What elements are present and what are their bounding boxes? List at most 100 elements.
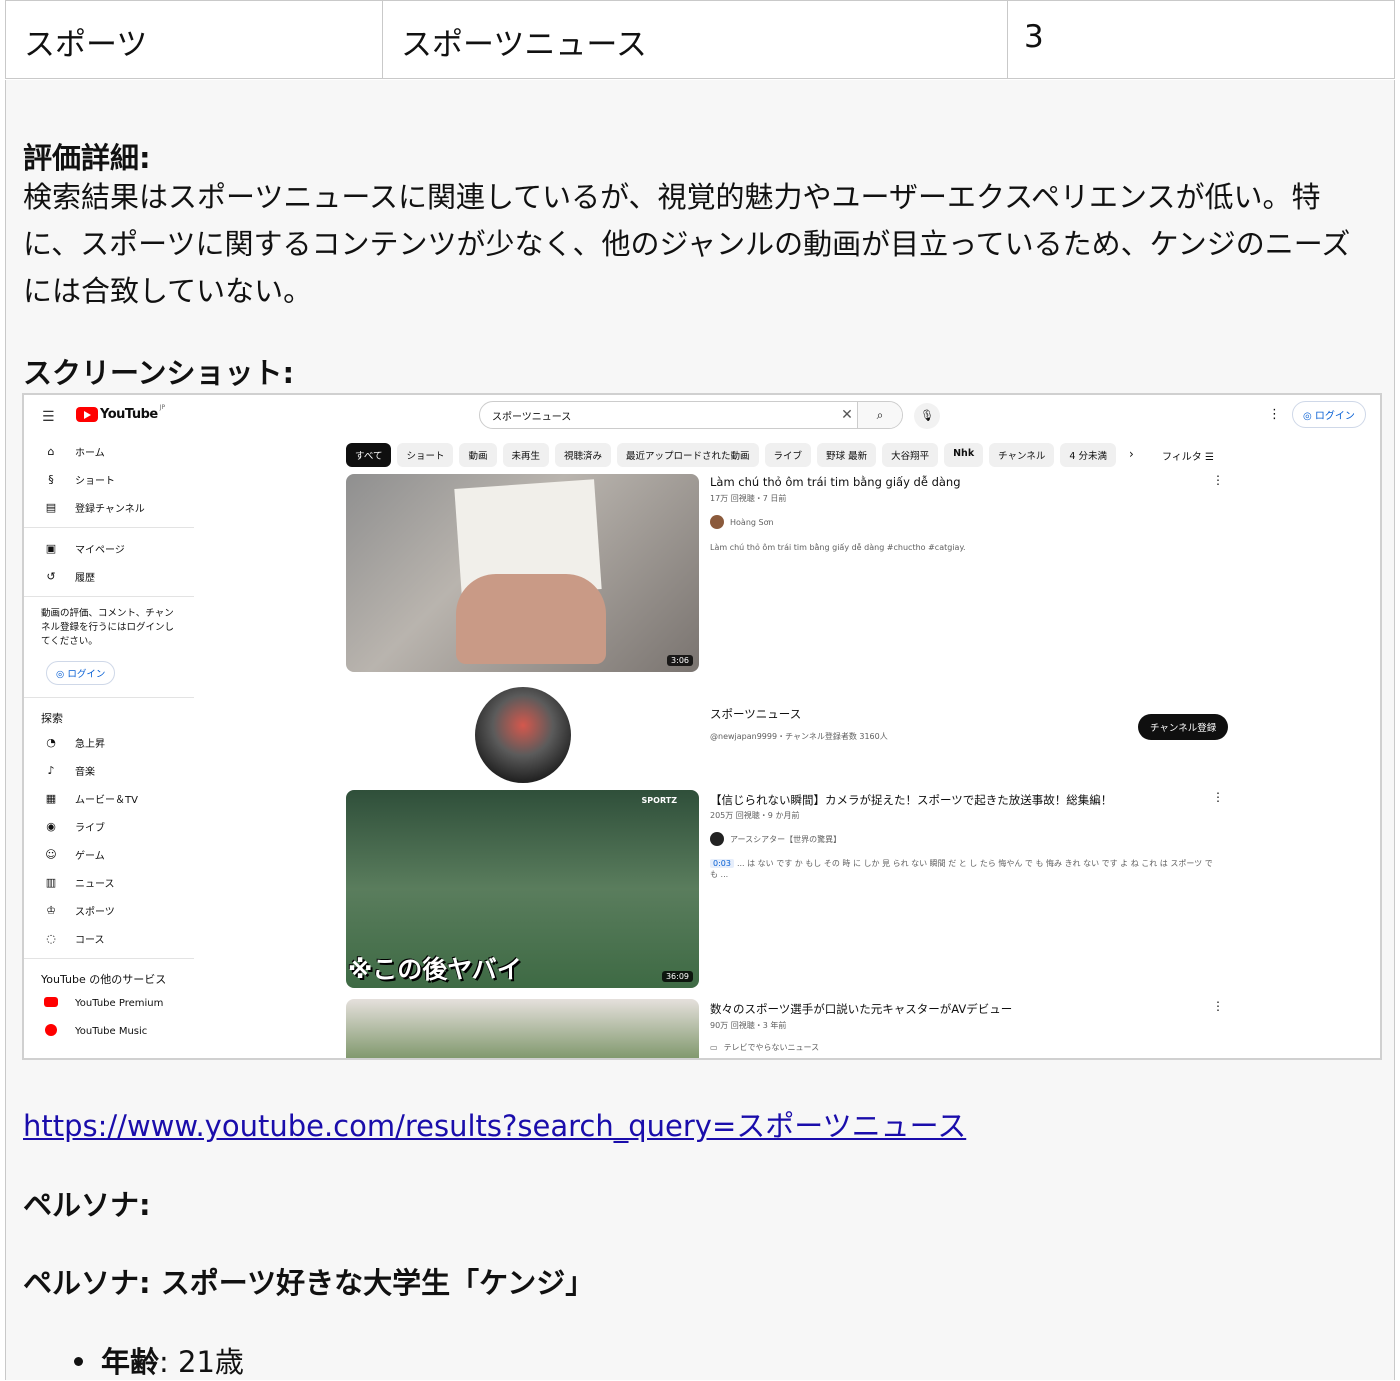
video-duration: 36:09 [661,971,693,982]
sidebar-item-live[interactable]: ◉ ライブ [24,812,196,840]
chip-channel[interactable]: チャンネル [989,443,1055,467]
other-services-heading: YouTube の他のサービス [41,973,167,986]
filter-button[interactable]: フィルタ ☰ [1162,448,1214,463]
filter-chips: すべて ショート 動画 未再生 視聴済み 最近アップロードされた動画 ライブ 野… [346,443,1116,467]
login-button[interactable]: ◎ ログイン [1292,401,1366,428]
youtube-music-icon [41,1023,61,1039]
explore-heading: 探索 [41,712,63,725]
sidebar-item-youtube-music[interactable]: YouTube Music [24,1017,196,1045]
chip-ohtani[interactable]: 大谷翔平 [882,443,939,467]
news-icon: ▥ [45,875,57,889]
game-icon: ☺ [45,847,57,861]
music-icon: ♪ [47,763,55,777]
microphone-icon[interactable]: 🎙 [914,403,940,429]
chip-under-4-min[interactable]: 4 分未満 [1060,443,1116,467]
login-label: ログイン [1314,411,1355,422]
youtube-premium-icon [41,996,61,1010]
search-icon[interactable]: ⌕ [857,402,902,428]
hamburger-menu-icon[interactable]: ☰ [42,409,55,425]
sidebar-item-youtube-premium[interactable]: YouTube Premium [24,989,196,1017]
video-meta: 205万 回視聴・9 か月前 [710,811,800,820]
chip-shorts[interactable]: ショート [397,443,454,467]
sidebar-item-music[interactable]: ♪ 音楽 [24,756,196,784]
video-duration: 3:06 [667,655,693,666]
chip-all[interactable]: すべて [346,443,392,467]
more-options-icon[interactable]: ⋮ [1212,790,1224,804]
course-icon: ◌ [46,931,56,945]
score-cell: 3 [1024,19,1044,55]
channel-meta: @newjapan9999・チャンネル登録者数 3160人 [710,732,888,741]
shorts-icon: § [48,472,54,486]
clear-icon[interactable]: ✕ [837,407,857,423]
sidebar-item-subscriptions[interactable]: ▤ 登録チャンネル [24,493,196,521]
detail-heading: 評価詳細: [23,141,151,175]
video-channel[interactable]: Hoàng Sơn [710,515,774,529]
video-title[interactable]: 数々のスポーツ選手が口説いた元キャスターがAVデビュー [710,1001,1012,1017]
youtube-logo[interactable]: YouTube JP [76,404,166,422]
video-channel[interactable]: アースシアター【世界の驚異】 [710,832,841,846]
video-thumbnail[interactable] [346,999,699,1058]
video-title[interactable]: 【信じられない瞬間】カメラが捉えた！スポーツで起きた放送事故！総集編！ [710,792,1112,808]
sidebar-item-history[interactable]: ↺ 履歴 [24,562,196,590]
subscribe-button[interactable]: チャンネル登録 [1138,714,1229,740]
sidebar: ⌂ ホーム § ショート ▤ 登録チャンネル ▣ マイページ ↺ 履歴 動画の評価、コメン… [24,437,196,1045]
chip-watched[interactable]: 視聴済み [555,443,612,467]
divider [24,596,194,597]
persona-heading: ペルソナ: [23,1188,151,1222]
video-thumbnail[interactable]: 3:06 [346,474,699,672]
detail-text: 検索結果はスポーツニュースに関連しているが、視覚的魅力やユーザーエクスペリエンス… [23,180,1351,308]
divider [24,697,194,698]
subscriptions-icon: ▤ [45,500,57,514]
chip-nhk[interactable]: Nhk [944,443,984,467]
video-description: Làm chú thỏ ôm trái tim bằng giấy dễ dàn… [710,543,966,552]
sidebar-login-button[interactable]: ◎ ログイン [46,661,116,685]
trending-icon: ◔ [46,735,56,749]
sidebar-item-shorts[interactable]: § ショート [24,465,196,493]
more-options-icon[interactable]: ⋮ [1212,999,1224,1013]
sidebar-item-trending[interactable]: ◔ 急上昇 [24,728,196,756]
my-page-icon: ▣ [45,541,57,555]
chip-recently-uploaded[interactable]: 最近アップロードされた動画 [617,443,759,467]
sidebar-item-home[interactable]: ⌂ ホーム [24,437,196,465]
filter-icon: ☰ [1205,452,1214,463]
sports-icon: ♔ [46,903,56,917]
chip-live[interactable]: ライブ [764,443,812,467]
channel-avatar [710,832,724,846]
sidebar-item-game[interactable]: ☺ ゲーム [24,840,196,868]
search-url-link[interactable]: https://www.youtube.com/results?search_q… [23,1103,966,1145]
video-channel[interactable]: ▭ テレビでやらないニュース [710,1042,819,1053]
persona-item: 年齢: 21歳 [74,1339,244,1381]
chip-baseball[interactable]: 野球 最新 [817,443,877,467]
movie-icon: ▦ [45,791,57,805]
tv-icon: ▭ [710,1043,718,1052]
search-input[interactable]: スポーツニュース [480,408,837,423]
more-options-icon[interactable]: ⋮ [1268,407,1281,422]
channel-avatar [710,515,724,529]
channel-avatar[interactable] [475,687,571,783]
sidebar-item-news[interactable]: ▥ ニュース [24,868,196,896]
youtube-logo-text: YouTube [100,407,158,422]
youtube-screenshot: ☰ YouTube JP スポーツニュース ✕ ⌕ 🎙 ⋮ ◎ ログイン ⌂ ホー… [22,393,1382,1060]
sidebar-item-sports[interactable]: ♔ スポーツ [24,896,196,924]
sign-in-note: 動画の評価、コメント、チャンネル登録を行うにはログインしてください。 [41,608,175,647]
home-icon: ⌂ [47,444,55,458]
sidebar-item-course[interactable]: ◌ コース [24,924,196,952]
channel-name[interactable]: スポーツニュース [710,706,801,722]
more-options-icon[interactable]: ⋮ [1212,473,1224,487]
search-bar[interactable]: スポーツニュース ✕ ⌕ [479,401,903,429]
video-meta: 17万 回視聴・7 日前 [710,494,787,503]
region-label: JP [159,404,166,411]
video-thumbnail[interactable]: SPORTZ ※この後ヤバイ 36:09 [346,790,699,988]
video-description: 0:03... は ない です か もし その 時 に しか 見 られ ない 瞬… [710,859,1213,879]
chevron-right-icon[interactable]: › [1129,447,1134,461]
divider [24,958,194,959]
screenshot-heading: スクリーンショット: [23,356,295,390]
sidebar-item-movies[interactable]: ▦ ムービー＆TV [24,784,196,812]
chip-unwatched[interactable]: 未再生 [502,443,550,467]
hands-image [456,574,606,664]
chip-videos[interactable]: 動画 [459,443,497,467]
youtube-play-icon [76,407,98,422]
timestamp-chip[interactable]: 0:03 [710,859,734,868]
sidebar-item-my-page[interactable]: ▣ マイページ [24,534,196,562]
video-title[interactable]: Làm chú thỏ ôm trái tim bằng giấy dễ dàn… [710,475,961,489]
